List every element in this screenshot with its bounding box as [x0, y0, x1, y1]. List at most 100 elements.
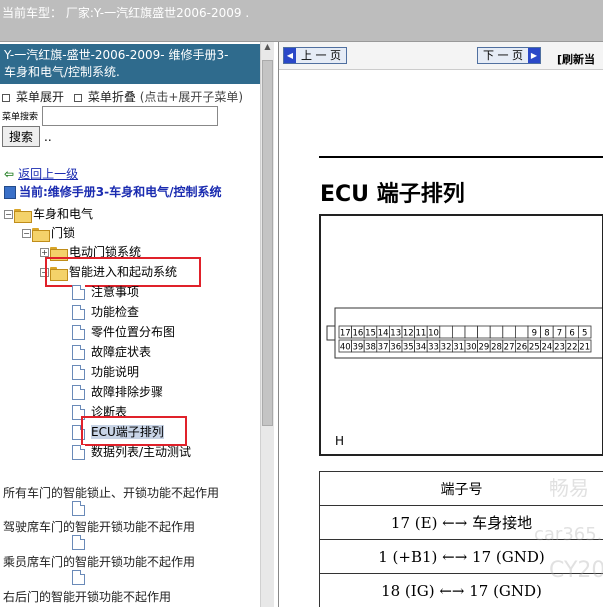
connector-pin-bottom-label: 39	[352, 343, 363, 353]
tree-item-label[interactable]: 数据列表/主动测试	[91, 445, 191, 459]
document-icon	[72, 285, 85, 300]
tree-item-label[interactable]: 零件位置分布图	[91, 325, 175, 339]
connector-pin-bottom-label: 24	[541, 343, 552, 353]
menu-collapse-link[interactable]: 菜单折叠	[88, 90, 136, 104]
collapse-box-icon[interactable]	[73, 93, 82, 102]
menu-toggle-row: 菜单展开 菜单折叠 (点击+展开子菜单)	[2, 88, 243, 105]
back-arrow-icon: ⇦	[4, 167, 15, 181]
connector-pin-top-label: 8	[544, 329, 549, 339]
document-icon	[72, 535, 85, 550]
menu-search-input[interactable]	[41, 106, 218, 126]
arrow-left-icon: ◀	[284, 48, 296, 63]
search-label: 菜单搜索	[2, 112, 39, 123]
fault-item-rear-right-door[interactable]: 右后门的智能开锁功能不起作用	[3, 588, 171, 605]
tree-item-function-description[interactable]: 功能说明	[72, 363, 139, 381]
table-row: 18 (IG) ←→ 17 (GND)	[319, 573, 603, 607]
collapse-toggle-icon[interactable]: −	[22, 229, 31, 238]
connector-pin-top-label: 5	[582, 329, 587, 339]
tree-item-label[interactable]: 故障症状表	[91, 345, 151, 359]
tree-item-function-check[interactable]: 功能检查	[72, 303, 139, 321]
connector-pin-bottom-label: 35	[403, 343, 414, 353]
document-icon	[72, 345, 85, 360]
table-header-cell: 端子号	[319, 471, 603, 506]
menu-expand-link[interactable]: 菜单展开	[16, 90, 64, 104]
connector-pin-bottom-label: 28	[491, 343, 502, 353]
tree-node-body-electrical[interactable]: − 车身和电气	[4, 205, 93, 223]
connector-pin-top-cell	[464, 325, 479, 339]
connector-pin-bottom-label: 32	[441, 343, 452, 353]
scrollbar-thumb[interactable]	[262, 60, 273, 426]
fault-item-all-doors[interactable]: 所有车门的智能锁止、开锁功能不起作用	[3, 484, 219, 501]
connector-drawing: 17 16 15 14 13 12 11 10 9 8 7 6 540 39 38 37 36 35 34 33 32 3…	[326, 307, 602, 359]
tree-item-troubleshooting[interactable]: 故障排除步骤	[72, 383, 163, 401]
search-dots: ..	[44, 130, 52, 144]
current-location-text: 当前:维修手册3-车身和电气/控制系统	[19, 185, 222, 199]
connector-diagram: 17 16 15 14 13 12 11 10 9 8 7 6 5 40 39 38 37 36 35 34 33 32 3…	[319, 214, 603, 456]
connector-pin-top-cell	[502, 325, 516, 339]
tree-label[interactable]: 车身和电气	[33, 207, 93, 221]
scroll-up-icon[interactable]: ▲	[261, 42, 274, 56]
tree-item-label[interactable]: 故障排除步骤	[91, 385, 163, 399]
connector-pin-bottom-label: 37	[378, 343, 389, 353]
refresh-link[interactable]: [刷新当	[557, 51, 595, 67]
tree-item-data-list[interactable]: 数据列表/主动测试	[72, 443, 191, 461]
connector-latch	[326, 325, 336, 341]
prev-page-button[interactable]: ◀ 上 一 页	[283, 47, 347, 64]
tree-node-door-lock[interactable]: − 门锁	[22, 224, 75, 242]
menu-search-row: 菜单搜索	[2, 106, 218, 126]
connector-pin-bottom-label: 40	[340, 343, 351, 353]
folder-open-icon	[32, 227, 50, 242]
connector-pin-bottom-label: 22	[567, 343, 578, 353]
document-icon	[72, 365, 85, 380]
connector-pin-top-label: 13	[390, 329, 401, 339]
connector-pin-top-cell	[439, 325, 453, 339]
document-icon	[72, 325, 85, 340]
tree-item-parts-location[interactable]: 零件位置分布图	[72, 323, 175, 341]
connector-pin-bottom-label: 23	[554, 343, 565, 353]
back-link-row[interactable]: ⇦ 返回上一级	[4, 165, 78, 182]
connector-pin-top-cell	[514, 325, 529, 339]
arrow-right-icon: ▶	[528, 48, 540, 63]
document-icon	[72, 501, 85, 516]
tree-item-label[interactable]: 功能说明	[91, 365, 139, 379]
tree-item-symptom-table[interactable]: 故障症状表	[72, 343, 151, 361]
back-link[interactable]: 返回上一级	[18, 167, 78, 181]
connector-pin-bottom-label: 34	[415, 343, 426, 353]
fault-item-passenger-door[interactable]: 乘员席车门的智能开锁功能不起作用	[3, 553, 195, 570]
search-button-row: 搜索..	[2, 126, 52, 147]
document-icon	[72, 305, 85, 320]
folder-open-icon	[14, 208, 32, 223]
connector-pin-top-label: 14	[378, 329, 389, 339]
manual-header-line1: Y-一汽红旗-盛世-2006-2009- 维修手册3-	[4, 48, 229, 62]
connector-pin-top-cell	[489, 325, 504, 339]
connector-pin-bottom-label: 29	[478, 343, 489, 353]
connector-pin-top-label: 9	[532, 329, 537, 339]
tree-item-label[interactable]: 功能检查	[91, 305, 139, 319]
connector-pin-bottom-label: 30	[466, 343, 477, 353]
tree-item-label[interactable]: 注意事项	[91, 285, 139, 299]
highlight-box-ecu-terminals	[81, 416, 187, 446]
fault-item-driver-door[interactable]: 驾驶席车门的智能开锁功能不起作用	[3, 518, 195, 535]
tree-label[interactable]: 门锁	[51, 226, 75, 240]
tree-item-precautions[interactable]: 注意事项	[72, 283, 139, 301]
manual-header-line2: 车身和电气/控制系统.	[4, 65, 120, 79]
connector-pin-top-label: 16	[352, 329, 363, 339]
expand-box-icon[interactable]	[2, 93, 10, 102]
table-row: 1 (+B1) ←→ 17 (GND)	[319, 539, 603, 574]
section-rule	[319, 156, 603, 158]
left-scrollbar[interactable]: ▲	[260, 42, 274, 607]
expand-toggle-icon[interactable]: +	[40, 248, 49, 257]
page-nav-bar: ◀ 上 一 页 下 一 页 ▶ [刷新当	[279, 42, 603, 70]
connector-pin-top-cell	[451, 325, 466, 339]
current-model-text: 当前车型： 厂家:Y-一汽红旗盛世2006-2009 .	[2, 6, 250, 20]
connector-svg: 17 16 15 14 13 12 11 10 9 8 7 6 540 39 38 37 36 35 34 33 32 3…	[326, 307, 602, 359]
connector-pin-top-label: 12	[403, 329, 414, 339]
connector-label: H	[335, 434, 345, 448]
connector-pin-top-label: 11	[415, 329, 426, 339]
connector-pin-bottom-label: 26	[516, 343, 527, 353]
connector-pin-top-label: 17	[340, 329, 351, 339]
search-button[interactable]: 搜索	[2, 126, 41, 147]
collapse-toggle-icon[interactable]: −	[4, 210, 13, 219]
connector-pin-bottom-label: 21	[579, 343, 590, 353]
next-page-button[interactable]: 下 一 页 ▶	[477, 47, 541, 64]
